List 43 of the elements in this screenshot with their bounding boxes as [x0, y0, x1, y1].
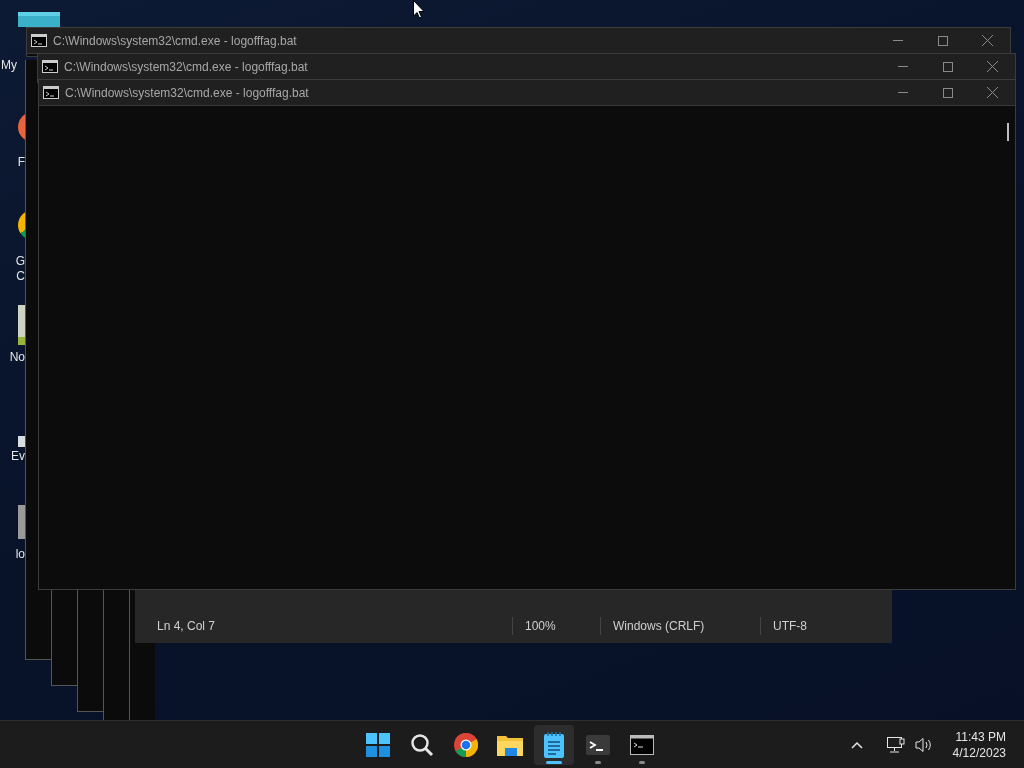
taskbar-button[interactable]	[534, 724, 574, 765]
network-icon[interactable]	[886, 736, 905, 753]
minimize-icon	[892, 40, 903, 41]
minimize-icon	[897, 92, 908, 93]
desktop-icon-label[interactable]: G C	[11, 254, 25, 284]
windows-logo-icon	[366, 732, 390, 757]
encoding: UTF-8	[760, 617, 807, 635]
terminal-icon	[586, 734, 610, 755]
desktop-icon-label[interactable]: F	[3, 155, 25, 170]
volume-icon[interactable]	[914, 736, 933, 753]
console-icon	[43, 86, 59, 99]
close-icon	[982, 35, 993, 46]
maximize-icon	[942, 87, 953, 98]
close-icon	[987, 87, 998, 98]
clock[interactable]: 11:43 PM 4/12/2023	[952, 728, 1006, 761]
clock-time: 11:43 PM	[955, 728, 1006, 745]
maximize-icon	[937, 35, 948, 46]
desktop-icon-label[interactable]: Ev	[3, 449, 25, 464]
running-indicator	[639, 760, 645, 764]
scrollbar-thumb[interactable]	[1007, 123, 1009, 141]
mouse-cursor-icon	[413, 0, 425, 19]
console-icon	[42, 60, 58, 73]
window-title: C:\Windows\system32\cmd.exe - logofffag.bat	[53, 32, 297, 50]
desktop-icon-label[interactable]: My	[1, 58, 25, 73]
cursor-position: Ln 4, Col 7	[157, 618, 217, 635]
zoom-level: 100%	[512, 617, 600, 635]
desktop-icon-label[interactable]: No	[3, 350, 25, 365]
clock-date: 4/12/2023	[952, 744, 1006, 761]
minimize-icon	[897, 66, 908, 67]
chrome-icon	[454, 732, 478, 757]
running-indicator	[546, 760, 562, 764]
window-title: C:\Windows\system32\cmd.exe - logofffag.bat	[64, 58, 308, 76]
desktop-icon-label[interactable]: lo	[3, 547, 25, 562]
close-icon	[987, 61, 998, 72]
console-icon	[31, 34, 47, 47]
console-icon	[630, 734, 654, 755]
maximize-icon	[942, 61, 953, 72]
search-icon	[410, 732, 434, 757]
running-indicator	[595, 760, 601, 764]
folder-icon	[497, 733, 523, 756]
chevron-up-icon[interactable]	[850, 740, 863, 749]
line-ending: Windows (CRLF)	[600, 617, 760, 635]
window-title: C:\Windows\system32\cmd.exe - logofffag.bat	[65, 84, 309, 102]
